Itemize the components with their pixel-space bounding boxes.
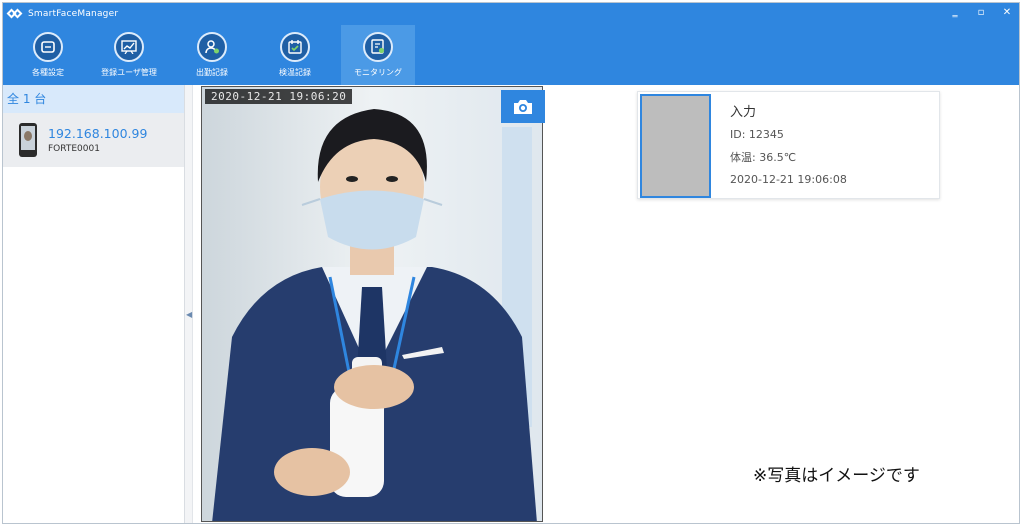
detection-time: 2020-12-21 19:06:08 (730, 173, 847, 186)
device-name: FORTE0001 (48, 144, 100, 154)
settings-home-icon (33, 32, 63, 62)
tab-monitoring-label: モニタリング (354, 68, 402, 77)
snapshot-button[interactable] (501, 90, 545, 123)
device-ip: 192.168.100.99 (48, 126, 148, 141)
image-disclaimer: ※写真はイメージです (753, 466, 920, 486)
tab-temperature-records[interactable]: 検温記録 (268, 25, 322, 85)
detected-face-photo (640, 94, 711, 198)
user-management-chart-icon (114, 32, 144, 62)
camera-feed: 2020-12-21 19:06:20 (201, 86, 543, 522)
device-list-panel: 全 1 台 192.168.100.99 FORTE0001 (3, 85, 185, 523)
app-title: SmartFaceManager (28, 9, 119, 19)
tab-user-management[interactable]: 登録ユーザ管理 (95, 25, 163, 85)
camera-icon (514, 99, 532, 114)
tab-user-management-label: 登録ユーザ管理 (101, 68, 157, 77)
device-list-item[interactable]: 192.168.100.99 FORTE0001 (3, 113, 184, 167)
device-thumbnail-icon (19, 123, 37, 157)
collapse-arrow-icon[interactable]: ◀ (186, 305, 192, 325)
title-bar: SmartFaceManager ‗ ▫ ✕ (3, 3, 1019, 25)
tab-settings[interactable]: 各種設定 (20, 25, 76, 85)
tab-temperature-records-label: 検温記録 (279, 68, 311, 77)
close-button[interactable]: ✕ (999, 5, 1015, 21)
tab-settings-label: 各種設定 (32, 68, 64, 77)
main-toolbar: 各種設定 登録ユーザ管理 出勤記録 検温記録 モニタリング (3, 25, 1019, 85)
window-controls: ‗ ▫ ✕ (947, 5, 1015, 21)
app-logo-icon (6, 8, 23, 19)
maximize-button[interactable]: ▫ (973, 5, 989, 21)
tab-monitoring[interactable]: モニタリング (341, 25, 415, 85)
panel-splitter[interactable]: ◀ (185, 85, 193, 523)
detection-temperature: 体温: 36.5℃ (730, 151, 797, 164)
camera-image (202, 87, 542, 521)
detection-direction: 入力 (730, 105, 757, 120)
temperature-record-icon (280, 32, 310, 62)
tab-attendance[interactable]: 出勤記録 (186, 25, 238, 85)
attendance-icon (197, 32, 227, 62)
tab-attendance-label: 出勤記録 (196, 68, 228, 77)
minimize-button[interactable]: ‗ (947, 5, 963, 21)
device-count: 全 1 台 (3, 85, 184, 113)
detection-card: 入力 ID: 12345 体温: 36.5℃ 2020-12-21 19:06:… (637, 91, 940, 199)
detection-id: ID: 12345 (730, 128, 784, 141)
camera-timestamp: 2020-12-21 19:06:20 (205, 89, 353, 104)
monitoring-icon (363, 32, 393, 62)
